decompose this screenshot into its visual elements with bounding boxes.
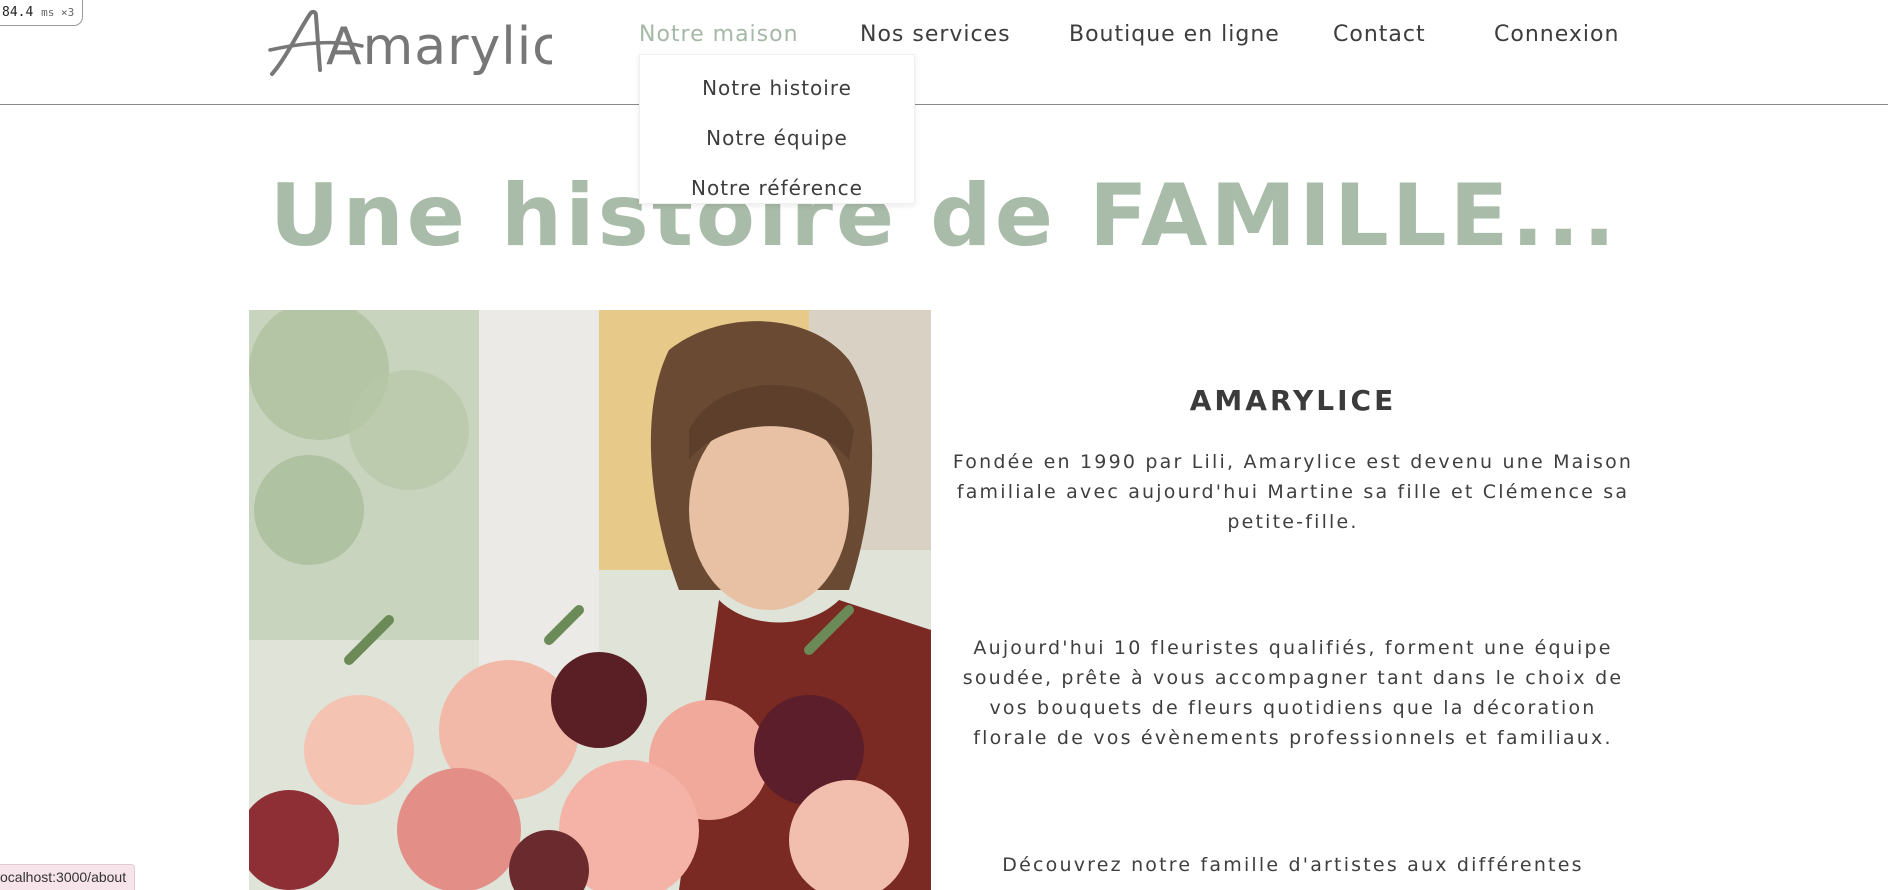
- florist-photo: [249, 310, 931, 890]
- status-bar-url: ocalhost:3000/about: [0, 864, 136, 890]
- dropdown-item-notre-equipe[interactable]: Notre équipe: [640, 126, 914, 150]
- perf-value: 84.4: [2, 5, 34, 20]
- perf-unit: ms ×3: [41, 6, 75, 19]
- main-nav: Notre maison Nos services Boutique en li…: [0, 0, 1888, 74]
- nav-boutique-en-ligne[interactable]: Boutique en ligne: [1069, 22, 1280, 47]
- nav-notre-maison[interactable]: Notre maison: [639, 22, 799, 47]
- about-section: AMARYLICE Fondée en 1990 par Lili, Amary…: [950, 370, 1636, 876]
- about-paragraph-1: Fondée en 1990 par Lili, Amarylice est d…: [952, 451, 1634, 533]
- about-heading: AMARYLICE: [1189, 384, 1397, 417]
- perf-badge: 84.4 ms ×3: [0, 0, 84, 26]
- about-paragraph-3: Découvrez notre famille d'artistes aux d…: [1002, 854, 1584, 876]
- nav-nos-services[interactable]: Nos services: [860, 22, 1011, 47]
- florist-with-bouquet-image: [249, 310, 931, 890]
- about-paragraph-2: Aujourd'hui 10 fleuristes qualifiés, for…: [962, 637, 1624, 749]
- dropdown-item-notre-histoire[interactable]: Notre histoire: [640, 76, 914, 100]
- dropdown-item-notre-reference[interactable]: Notre référence: [640, 176, 914, 200]
- nav-contact[interactable]: Contact: [1333, 22, 1426, 47]
- notre-maison-dropdown: Notre histoire Notre équipe Notre référe…: [639, 54, 915, 204]
- site-header: Amarylice Notre maison Nos services Bout…: [0, 0, 1888, 105]
- nav-connexion[interactable]: Connexion: [1494, 22, 1619, 47]
- hero-title: Une histoire de FAMILLE...: [269, 166, 1619, 266]
